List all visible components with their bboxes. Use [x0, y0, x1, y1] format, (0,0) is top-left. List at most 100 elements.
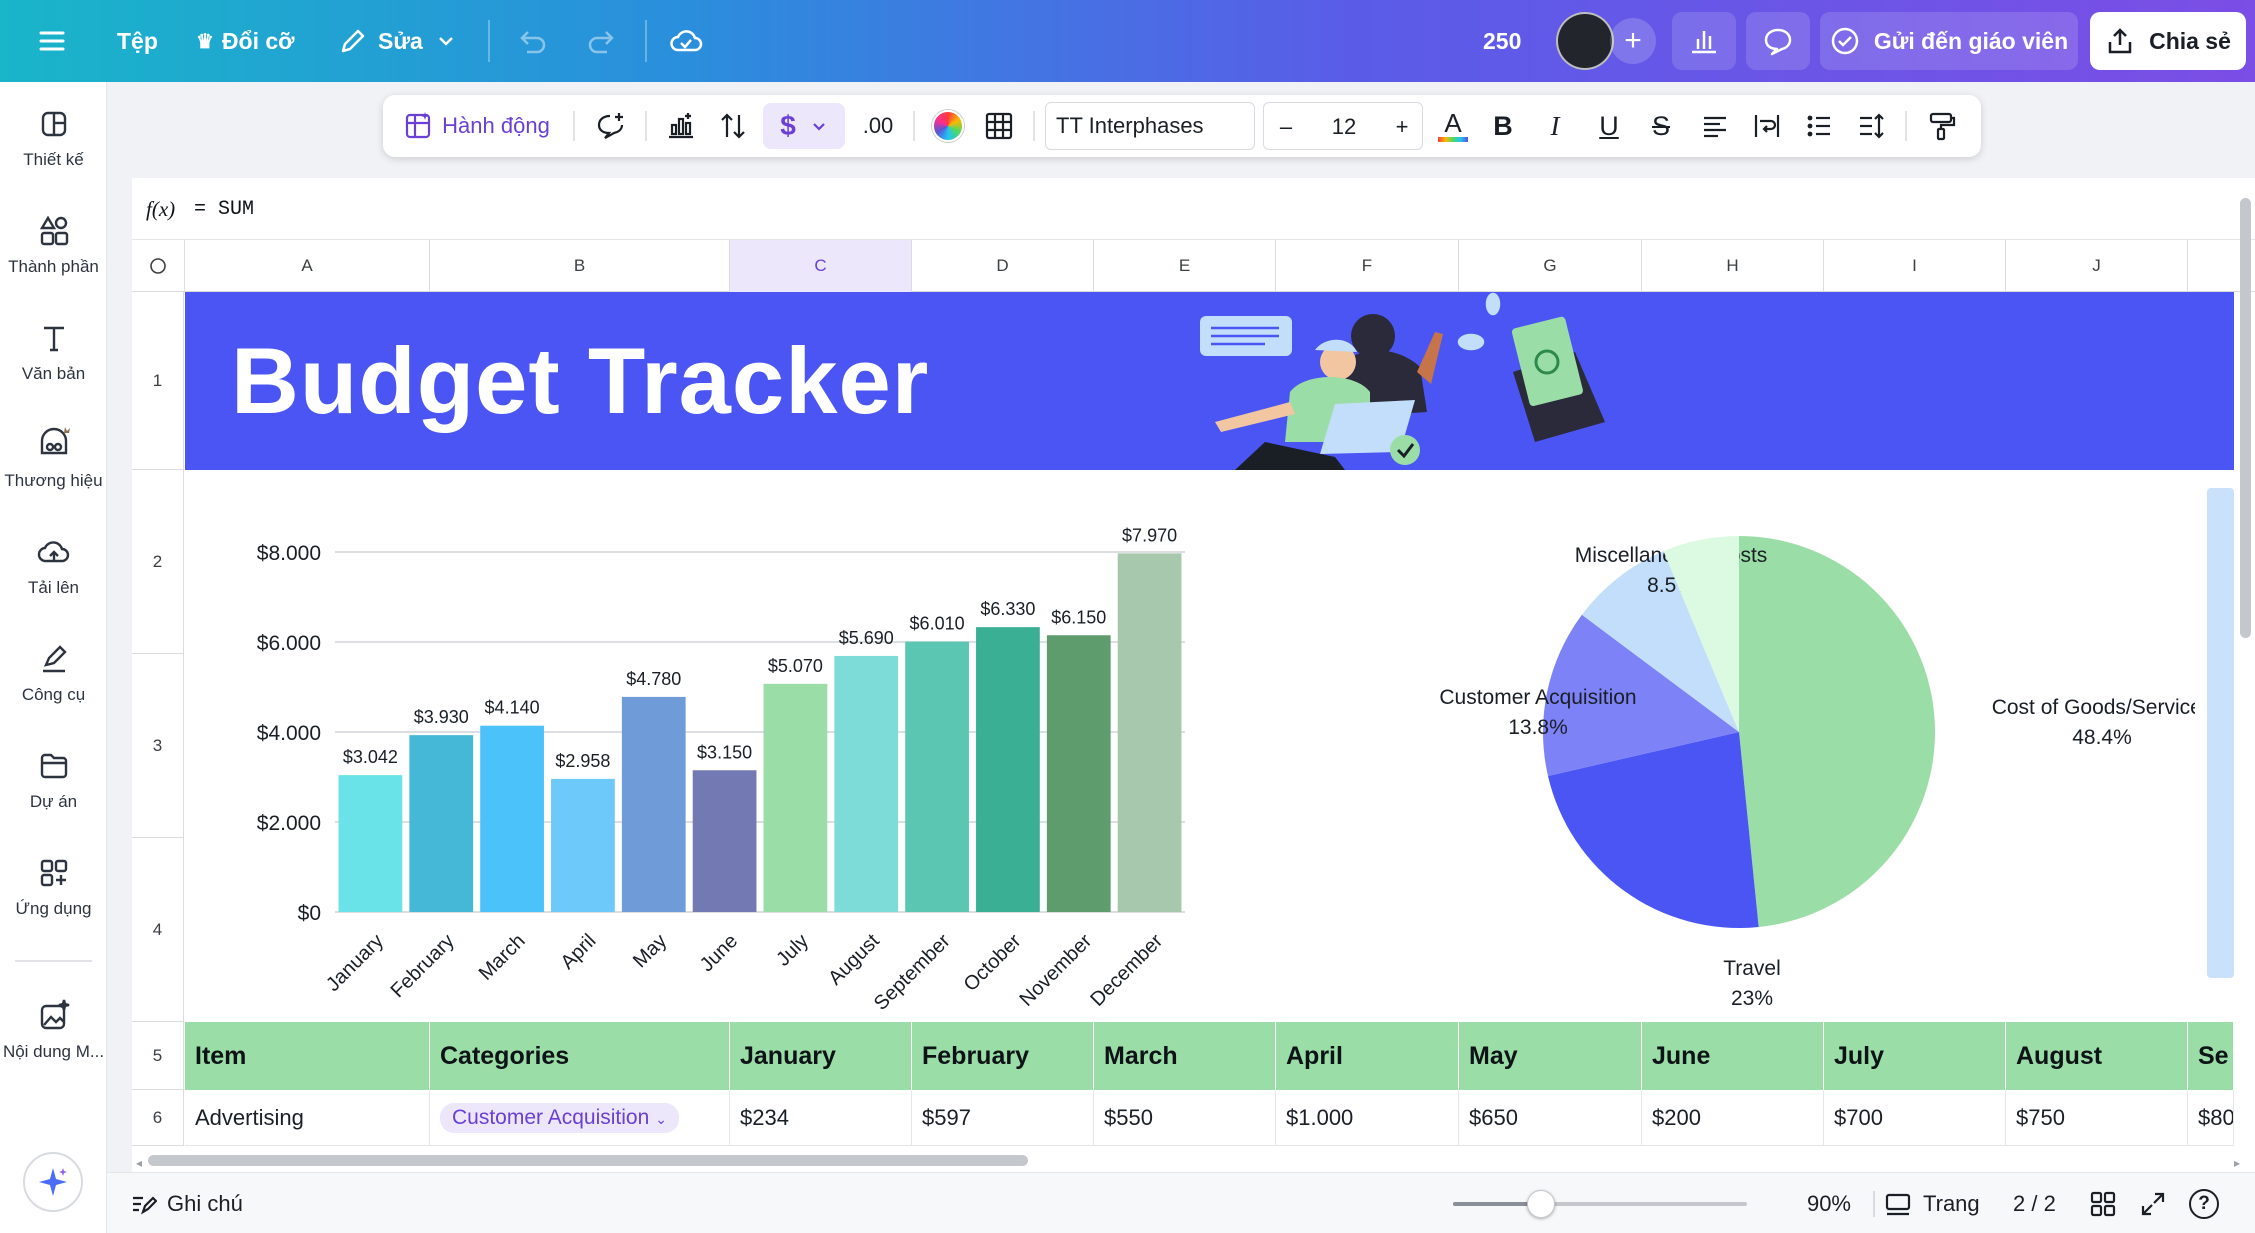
column-header[interactable]: J	[2006, 240, 2188, 292]
page-view-button[interactable]: Trang	[1883, 1173, 1980, 1233]
underline-button[interactable]: U	[1587, 95, 1631, 157]
bar[interactable]	[1117, 553, 1182, 912]
actions-button[interactable]: Hành động	[397, 95, 557, 157]
sidebar-item-design[interactable]: Thiết kế	[0, 90, 107, 190]
undo-icon[interactable]	[515, 0, 549, 82]
row-header[interactable]: 1	[132, 292, 184, 470]
font-size-decrease-button[interactable]: –	[1264, 103, 1308, 151]
table-header-cell[interactable]: Item	[185, 1022, 430, 1090]
column-header[interactable]: H	[1642, 240, 1824, 292]
column-header[interactable]: I	[1824, 240, 2006, 292]
table-header-cell[interactable]: March	[1094, 1022, 1276, 1090]
cloud-saved-icon[interactable]	[668, 0, 704, 82]
insert-chart-icon[interactable]	[659, 95, 703, 157]
edit-menu[interactable]: Sửa	[338, 0, 457, 82]
sidebar-item-brand[interactable]: Thương hiệu	[0, 411, 107, 511]
avatar[interactable]	[1556, 0, 1614, 82]
bar[interactable]	[692, 770, 757, 912]
vertical-scrollbar[interactable]	[2236, 178, 2255, 1168]
resize-button[interactable]: ♛ Đổi cỡ	[196, 0, 295, 82]
line-spacing-icon[interactable]	[1849, 95, 1893, 157]
currency-format-button[interactable]: $	[763, 103, 845, 149]
bar[interactable]	[338, 775, 403, 912]
add-comment-icon[interactable]	[589, 95, 633, 157]
bar[interactable]	[409, 735, 474, 912]
table-cell[interactable]: $80	[2188, 1090, 2234, 1146]
share-button[interactable]: Chia sẻ	[2090, 12, 2246, 70]
bar[interactable]	[551, 778, 615, 912]
fullscreen-icon[interactable]	[2139, 1173, 2167, 1233]
borders-icon[interactable]	[977, 95, 1021, 157]
sidebar-item-apps[interactable]: Ứng dụng	[0, 839, 107, 939]
row-header[interactable]: 5	[132, 1022, 184, 1090]
redo-icon[interactable]	[585, 0, 619, 82]
horizontal-scrollbar[interactable]: ◂ ▸	[136, 1150, 2240, 1170]
pie-slice[interactable]	[1739, 536, 1935, 928]
bar[interactable]	[621, 696, 686, 912]
column-header-selected[interactable]: C	[730, 240, 912, 292]
bar[interactable]	[763, 683, 828, 912]
page-count[interactable]: 2 / 2	[2013, 1173, 2056, 1233]
vertical-scroll-thumb[interactable]	[2240, 198, 2251, 638]
table-cell[interactable]: $597	[912, 1090, 1094, 1146]
send-to-teacher-button[interactable]: Gửi đến giáo viên	[1820, 12, 2078, 70]
add-collaborator-button[interactable]: +	[1610, 0, 1656, 82]
column-header[interactable]: A	[185, 240, 430, 292]
bar[interactable]	[1046, 635, 1111, 912]
table-header-cell[interactable]: July	[1824, 1022, 2006, 1090]
menu-icon[interactable]	[36, 0, 68, 82]
font-family-select[interactable]: TT Interphases	[1045, 102, 1255, 150]
sidebar-item-tools[interactable]: Công cụ	[0, 625, 107, 725]
category-chip[interactable]: Customer Acquisition ⌄	[440, 1102, 679, 1133]
column-header[interactable]: B	[430, 240, 730, 292]
column-header[interactable]: E	[1094, 240, 1276, 292]
sidebar-item-elements[interactable]: Thành phần	[0, 197, 107, 297]
insights-button[interactable]	[1672, 12, 1736, 70]
table-header-cell[interactable]: Categories	[430, 1022, 730, 1090]
row-header[interactable]: 6	[132, 1090, 184, 1146]
table-header-cell[interactable]: January	[730, 1022, 912, 1090]
sidebar-item-projects[interactable]: Dự án	[0, 732, 107, 832]
bar[interactable]	[480, 725, 544, 912]
table-cell[interactable]: $234	[730, 1090, 912, 1146]
table-cell[interactable]: $200	[1642, 1090, 1824, 1146]
table-header-cell[interactable]: February	[912, 1022, 1094, 1090]
sidebar-item-magic-media[interactable]: Nội dung M...	[0, 982, 107, 1082]
font-size-increase-button[interactable]: +	[1380, 103, 1424, 151]
bullet-list-icon[interactable]	[1797, 95, 1841, 157]
table-cell[interactable]: $550	[1094, 1090, 1276, 1146]
table-header-cell[interactable]: Se	[2188, 1022, 2234, 1090]
column-header[interactable]: G	[1459, 240, 1642, 292]
column-header[interactable]: F	[1276, 240, 1459, 292]
table-header-cell[interactable]: June	[1642, 1022, 1824, 1090]
horizontal-scroll-thumb[interactable]	[148, 1155, 1028, 1166]
row-header[interactable]: 2	[132, 470, 184, 654]
table-header-cell[interactable]: May	[1459, 1022, 1642, 1090]
italic-button[interactable]: I	[1533, 95, 1577, 157]
bar[interactable]	[834, 655, 899, 912]
help-button[interactable]: ?	[2189, 1173, 2219, 1233]
zoom-slider-thumb[interactable]	[1527, 1190, 1556, 1218]
font-size-input[interactable]: 12	[1308, 103, 1380, 151]
zoom-slider[interactable]	[1453, 1190, 1747, 1218]
comments-button[interactable]	[1746, 12, 1810, 70]
text-color-button[interactable]: A	[1431, 95, 1475, 157]
table-cell[interactable]: $650	[1459, 1090, 1642, 1146]
magic-assistant-button[interactable]	[23, 1152, 83, 1212]
column-header[interactable]: D	[912, 240, 1094, 292]
copy-style-icon[interactable]	[1919, 95, 1963, 157]
row-header[interactable]: 4	[132, 838, 184, 1022]
decimal-places-button[interactable]: .00	[853, 95, 903, 157]
file-menu[interactable]: Tệp	[117, 0, 158, 82]
table-cell[interactable]: Customer Acquisition ⌄	[430, 1090, 730, 1146]
select-all-button[interactable]	[132, 240, 185, 292]
scroll-left-arrow[interactable]: ◂	[136, 1156, 142, 1170]
align-left-icon[interactable]	[1693, 95, 1737, 157]
fill-color-button[interactable]	[923, 95, 973, 157]
text-wrap-icon[interactable]	[1745, 95, 1789, 157]
grid-view-icon[interactable]	[2089, 1173, 2117, 1233]
table-cell[interactable]: Advertising	[185, 1090, 430, 1146]
sidebar-item-uploads[interactable]: Tải lên	[0, 518, 107, 618]
table-header-cell[interactable]: April	[1276, 1022, 1459, 1090]
table-cell[interactable]: $1.000	[1276, 1090, 1459, 1146]
